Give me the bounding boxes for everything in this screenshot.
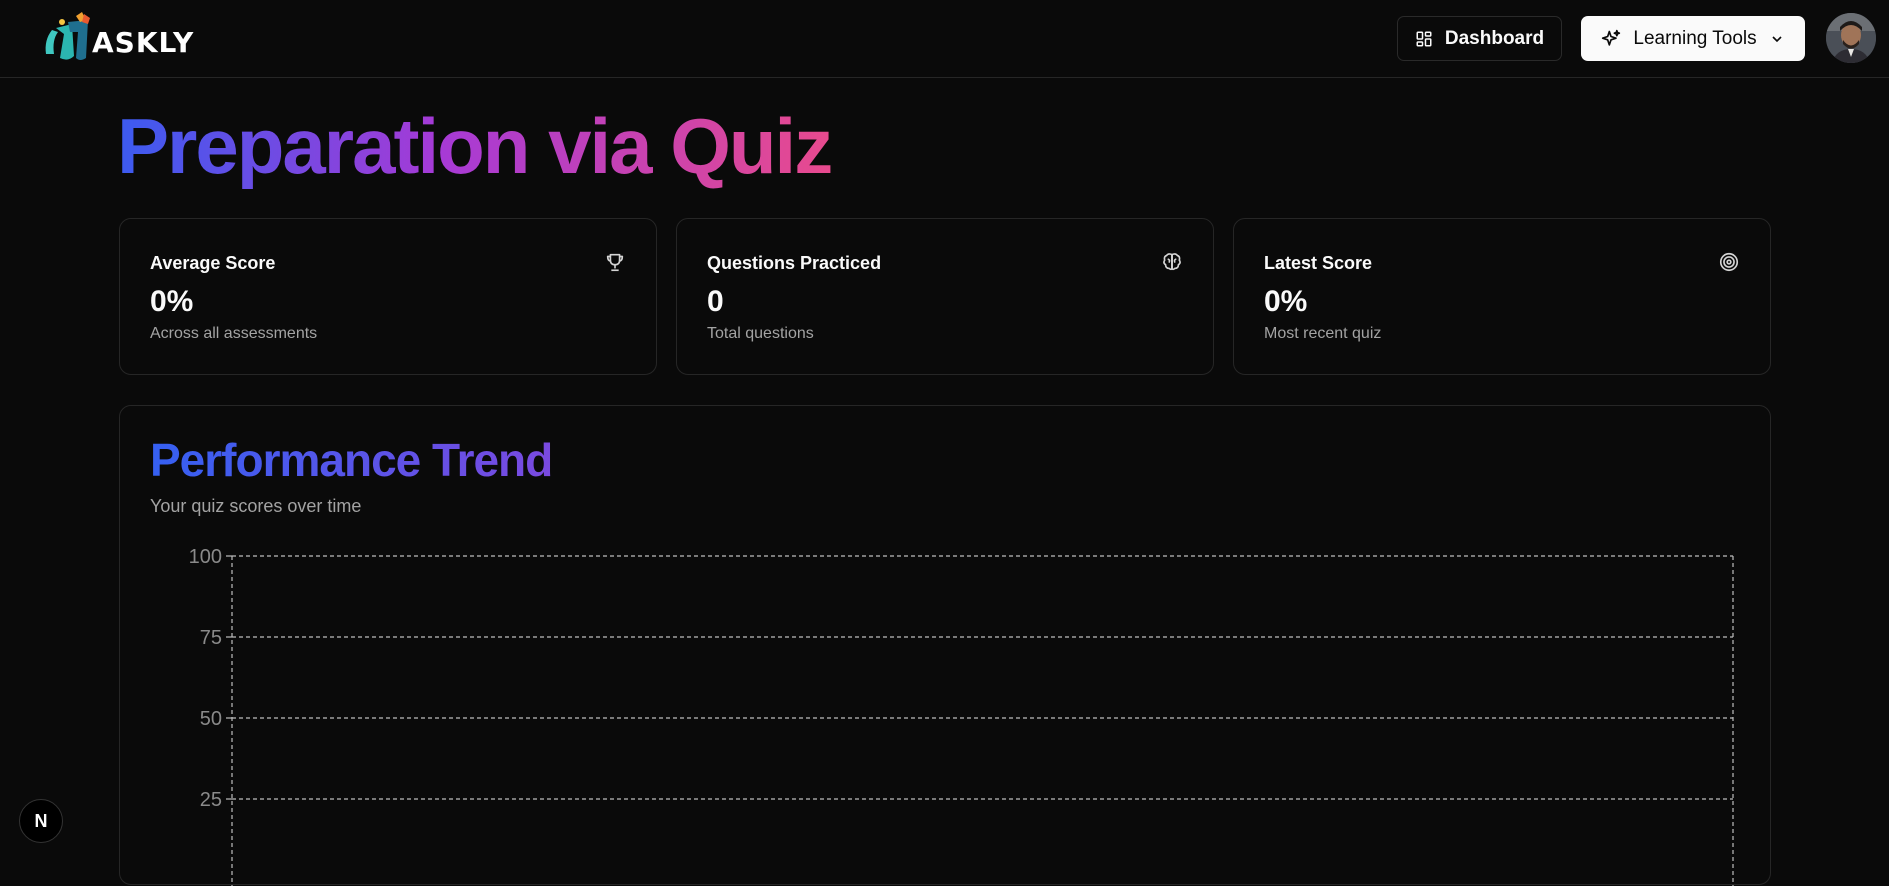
y-tick-label: 50 xyxy=(200,708,222,730)
stat-card-value: 0% xyxy=(1264,285,1308,318)
performance-trend-card: Performance Trend Your quiz scores over … xyxy=(119,405,1771,886)
stat-card-description: Across all assessments xyxy=(150,325,318,342)
stat-card-questions-practiced: Questions Practiced 0 Total questions xyxy=(676,218,1214,375)
stat-card-value: 0% xyxy=(150,285,194,318)
nextjs-dev-badge[interactable]: N xyxy=(19,799,63,843)
top-navbar: ASKLY Dashboard Learning Tools xyxy=(0,0,1889,78)
stat-card-latest-score: Latest Score 0% Most recent quiz xyxy=(1233,218,1771,375)
stat-card-title: Latest Score xyxy=(1264,253,1373,273)
stat-card-description: Total questions xyxy=(707,325,814,342)
y-tick-label: 100 xyxy=(189,546,222,568)
logo-text: ASKLY xyxy=(92,26,194,59)
dashboard-button[interactable]: Dashboard xyxy=(1397,16,1562,61)
dashboard-button-label: Dashboard xyxy=(1444,27,1545,49)
stat-card-average-score: Average Score 0% Across all assessments xyxy=(119,218,657,375)
performance-trend-chart: 100 75 50 25 xyxy=(189,546,1734,886)
target-icon xyxy=(1719,252,1739,272)
user-avatar[interactable] xyxy=(1826,13,1876,63)
sparkles-icon xyxy=(1602,29,1621,46)
stat-card-title: Questions Practiced xyxy=(707,253,882,273)
y-tick-label: 75 xyxy=(200,627,222,649)
brain-icon xyxy=(1163,253,1181,271)
stat-card-value: 0 xyxy=(707,285,724,318)
askly-logo[interactable]: ASKLY xyxy=(42,10,204,68)
y-tick-label: 25 xyxy=(200,789,222,811)
stat-card-description: Most recent quiz xyxy=(1264,325,1382,342)
chevron-down-icon xyxy=(1772,35,1782,42)
dashboard-icon xyxy=(1416,31,1432,46)
page-title: Preparation via Quiz xyxy=(117,102,833,190)
nextjs-badge-letter: N xyxy=(34,810,48,831)
learning-tools-dropdown[interactable]: Learning Tools xyxy=(1581,16,1805,61)
learning-tools-label: Learning Tools xyxy=(1633,27,1757,49)
trophy-icon xyxy=(606,253,624,272)
stat-card-title: Average Score xyxy=(150,253,276,273)
